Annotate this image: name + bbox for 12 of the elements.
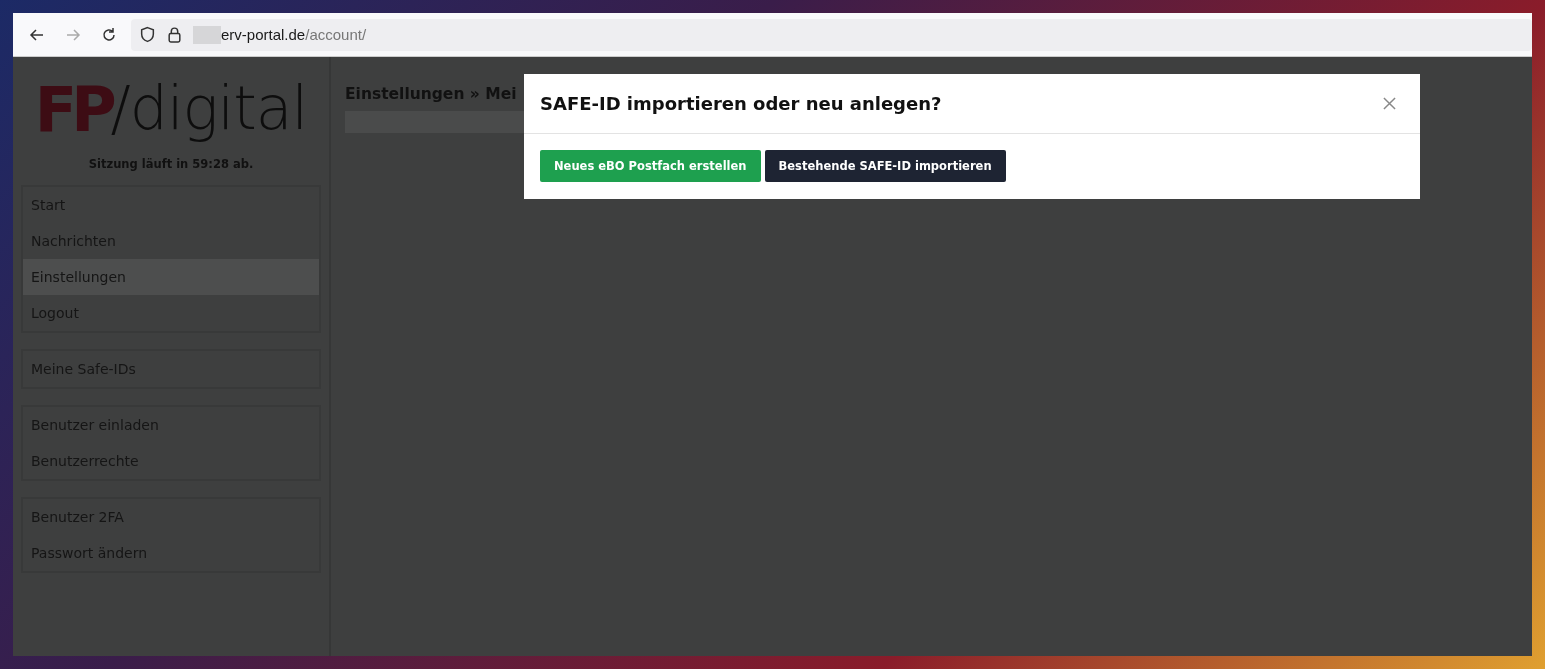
redacted-block <box>193 25 221 44</box>
lock-icon[interactable] <box>166 26 183 43</box>
close-icon[interactable] <box>1383 97 1396 110</box>
back-icon[interactable] <box>29 26 45 43</box>
url-text: erv-portal.de/account/ <box>221 26 367 43</box>
modal-title: SAFE-ID importieren oder neu anlegen? <box>540 93 942 114</box>
dialog-button[interactable]: Bestehende SAFE-ID importieren <box>764 150 1006 182</box>
shield-icon[interactable] <box>139 26 156 43</box>
dialog-button[interactable]: Neues eBO Postfach erstellen <box>540 150 761 182</box>
nav-item[interactable]: Einstellungen <box>23 259 319 295</box>
address-bar[interactable]: erv-portal.de/account/ <box>131 18 1532 51</box>
reload-icon[interactable] <box>101 26 117 43</box>
